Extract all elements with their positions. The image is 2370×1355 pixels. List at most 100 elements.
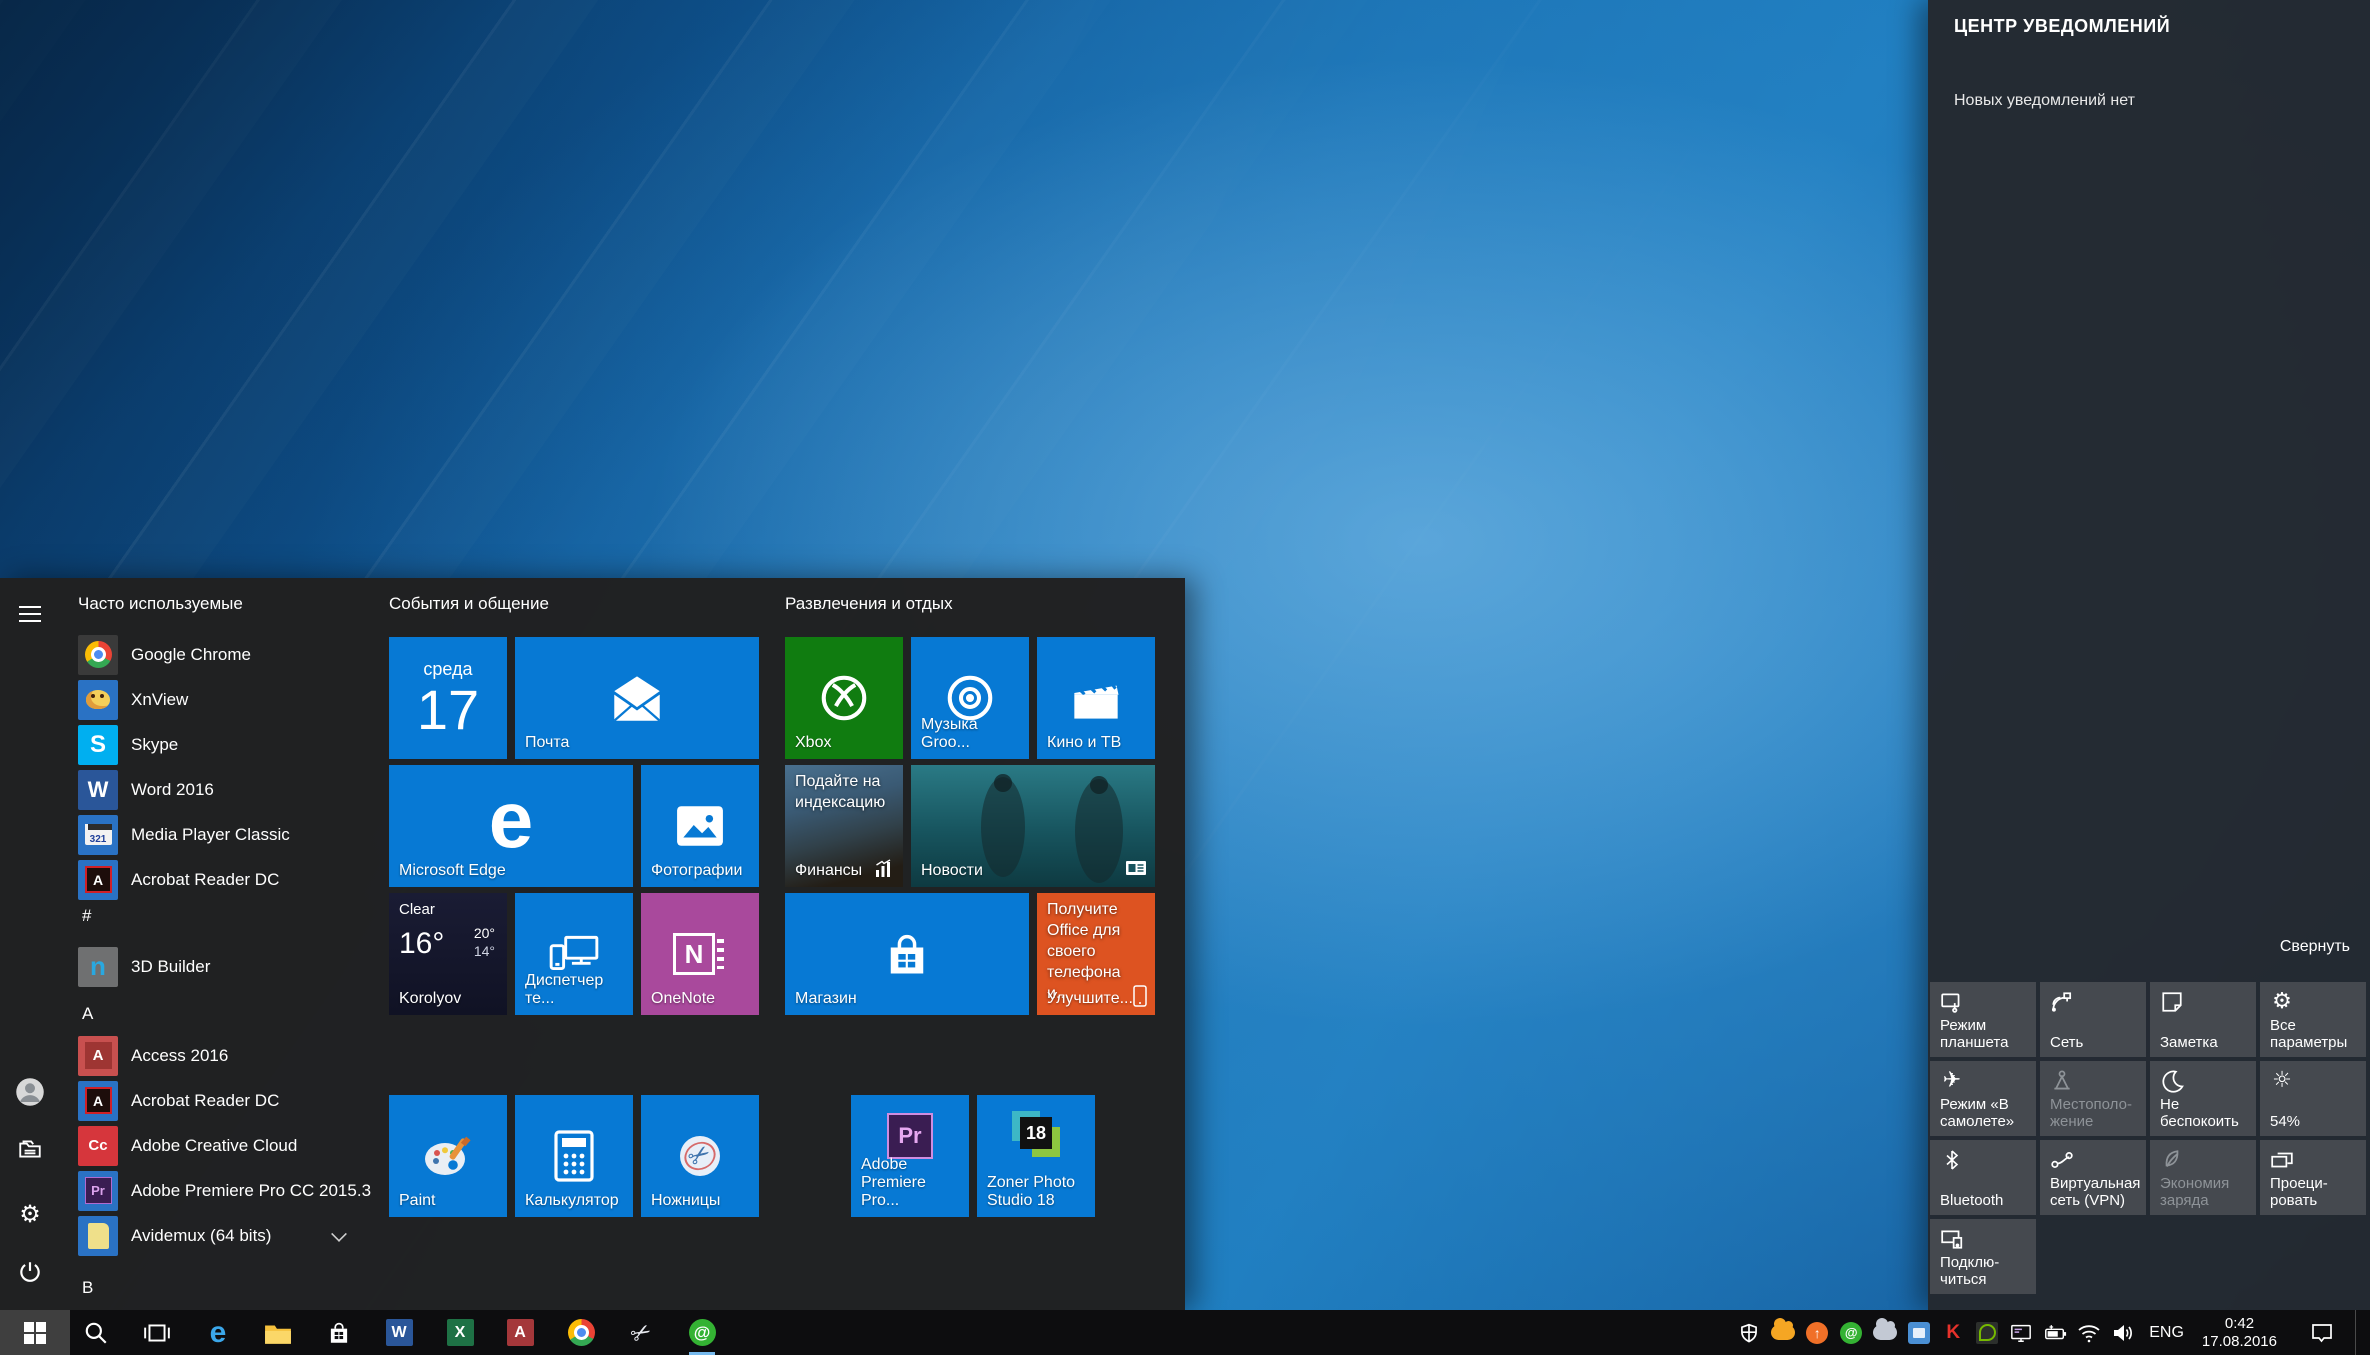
quick-action-label: Сеть xyxy=(2050,1034,2140,1051)
kaspersky-icon[interactable]: K xyxy=(1941,1321,1965,1345)
section-letter-b[interactable]: B xyxy=(82,1278,93,1298)
taskbar-excel-button[interactable]: X xyxy=(430,1310,490,1355)
show-desktop-button[interactable] xyxy=(2355,1310,2362,1355)
app-label: Media Player Classic xyxy=(131,825,290,845)
tile-office-promo[interactable]: Получите Office для своего телефона и...… xyxy=(1037,893,1155,1015)
app-item-adobe-cc[interactable]: Adobe Creative Cloud xyxy=(64,1123,388,1168)
taskbar-store-button[interactable] xyxy=(309,1310,369,1355)
wifi-icon[interactable] xyxy=(2077,1321,2101,1345)
start-button[interactable] xyxy=(0,1310,70,1355)
language-indicator[interactable]: ENG xyxy=(2145,1324,2188,1342)
quick-action-quiet-hours[interactable]: Не беспокоить xyxy=(2150,1061,2256,1136)
quick-action-vpn[interactable]: Виртуальная сеть (VPN) xyxy=(2040,1140,2146,1215)
defender-icon[interactable] xyxy=(1737,1321,1761,1345)
taskbar-word-button[interactable]: W xyxy=(369,1310,429,1355)
tile-premiere[interactable]: Pr Adobe Premiere Pro... xyxy=(851,1095,969,1217)
collapse-link[interactable]: Свернуть xyxy=(2280,938,2350,956)
messenger-icon[interactable] xyxy=(1907,1321,1931,1345)
word-icon xyxy=(78,770,118,810)
chevron-down-icon[interactable] xyxy=(331,1226,347,1242)
tile-label: Adobe Premiere Pro... xyxy=(861,1156,961,1210)
task-view-button[interactable] xyxy=(127,1310,187,1355)
app-label: Acrobat Reader DC xyxy=(131,1091,279,1111)
quick-action-connect[interactable]: Подклю-читься xyxy=(1930,1219,2036,1294)
tile-paint[interactable]: Paint xyxy=(389,1095,507,1217)
quick-action-note[interactable]: Заметка xyxy=(2150,982,2256,1057)
taskbar-access-button[interactable]: A xyxy=(490,1310,550,1355)
tile-groove-music[interactable]: Музыка Groo... xyxy=(911,637,1029,759)
user-account-button[interactable] xyxy=(12,1074,48,1110)
tile-xbox[interactable]: Xbox xyxy=(785,637,903,759)
tile-zoner[interactable]: 18 Zoner Photo Studio 18 xyxy=(977,1095,1095,1217)
battery-icon[interactable] xyxy=(2043,1321,2067,1345)
power-icon xyxy=(17,1259,43,1285)
quick-action-brightness[interactable]: ☼ 54% xyxy=(2260,1061,2366,1136)
app-label: XnView xyxy=(131,690,188,710)
power-button[interactable] xyxy=(12,1254,48,1290)
quick-action-bluetooth[interactable]: Bluetooth xyxy=(1930,1140,2036,1215)
app-item-chrome[interactable]: Google Chrome xyxy=(64,632,388,677)
display-settings-icon[interactable] xyxy=(2009,1321,2033,1345)
upload-icon[interactable]: ↑ xyxy=(1805,1321,1829,1345)
taskbar-snipping-button[interactable]: ✂ xyxy=(611,1310,671,1355)
tile-calculator[interactable]: Калькулятор xyxy=(515,1095,633,1217)
tile-onenote[interactable]: N OneNote xyxy=(641,893,759,1015)
network-icon xyxy=(2050,990,2074,1014)
quick-action-airplane-mode[interactable]: ✈ Режим «В самолете» xyxy=(1930,1061,2036,1136)
section-letter-a[interactable]: A xyxy=(82,1004,93,1024)
tile-calendar[interactable]: среда 17 xyxy=(389,637,507,759)
app-item-mpc[interactable]: Media Player Classic xyxy=(64,812,388,857)
section-letter-hash[interactable]: # xyxy=(82,906,91,926)
settings-button[interactable]: ⚙ xyxy=(12,1196,48,1232)
tile-label: Диспетчер те... xyxy=(525,972,625,1008)
app-item-acrobat[interactable]: Acrobat Reader DC xyxy=(64,857,388,902)
tile-finance[interactable]: Подайте на индексацию Финансы xyxy=(785,765,903,887)
quick-action-location[interactable]: Местополо-жение xyxy=(2040,1061,2146,1136)
nvidia-icon[interactable] xyxy=(1975,1321,1999,1345)
volume-icon[interactable] xyxy=(2111,1321,2135,1345)
tile-label: Финансы xyxy=(795,862,869,880)
quick-action-all-settings[interactable]: ⚙ Все параметры xyxy=(2260,982,2366,1057)
search-button[interactable] xyxy=(66,1310,126,1355)
xnview-icon xyxy=(78,680,118,720)
tile-news[interactable]: Новости xyxy=(911,765,1155,887)
cloud-sync-icon[interactable] xyxy=(1873,1321,1897,1345)
tile-mail[interactable]: Почта xyxy=(515,637,759,759)
taskbar-mail-agent-button[interactable]: @ xyxy=(672,1310,732,1355)
file-explorer-button[interactable] xyxy=(12,1131,48,1167)
taskbar-chrome-button[interactable] xyxy=(551,1310,611,1355)
app-item-avidemux[interactable]: Avidemux (64 bits) xyxy=(64,1213,388,1258)
tile-movies-tv[interactable]: Кино и ТВ xyxy=(1037,637,1155,759)
taskbar-edge-button[interactable]: e xyxy=(188,1310,248,1355)
app-label: Skype xyxy=(131,735,178,755)
quick-action-tablet-mode[interactable]: Режим планшета xyxy=(1930,982,2036,1057)
app-item-xnview[interactable]: XnView xyxy=(64,677,388,722)
quick-action-battery-saver[interactable]: Экономия заряда xyxy=(2150,1140,2256,1215)
tile-weather[interactable]: Clear 16° 20° 14° Korolyov xyxy=(389,893,507,1015)
hamburger-menu-button[interactable] xyxy=(12,596,48,632)
taskbar-file-explorer-button[interactable] xyxy=(248,1310,308,1355)
quick-action-network[interactable]: Сеть xyxy=(2040,982,2146,1057)
tile-phone-companion[interactable]: Диспетчер те... xyxy=(515,893,633,1015)
tile-snipping-tool[interactable]: ✂ Ножницы xyxy=(641,1095,759,1217)
tile-edge[interactable]: e Microsoft Edge xyxy=(389,765,633,887)
taskbar-clock[interactable]: 0:42 17.08.2016 xyxy=(2198,1315,2281,1351)
app-item-access[interactable]: A Access 2016 xyxy=(64,1033,388,1078)
app-item-word[interactable]: Word 2016 xyxy=(64,767,388,812)
tile-store[interactable]: Магазин xyxy=(785,893,1029,1015)
tile-photos[interactable]: Фотографии xyxy=(641,765,759,887)
chrome-icon xyxy=(568,1319,595,1346)
app-item-skype[interactable]: Skype xyxy=(64,722,388,767)
cloud-drive-icon[interactable] xyxy=(1771,1321,1795,1345)
quick-action-project[interactable]: Проеци-ровать xyxy=(2260,1140,2366,1215)
quick-action-label: Местополо-жение xyxy=(2050,1096,2140,1130)
news-badge-icon xyxy=(1125,857,1147,879)
app-item-premiere[interactable]: Pr Adobe Premiere Pro CC 2015.3 xyxy=(64,1168,388,1213)
action-center-button[interactable] xyxy=(2299,1310,2345,1355)
tile-label: Кино и ТВ xyxy=(1047,734,1147,752)
tile-label: Фотографии xyxy=(651,862,751,880)
quick-action-label: Проеци-ровать xyxy=(2270,1175,2360,1209)
mail-agent-tray-icon[interactable]: @ xyxy=(1839,1321,1863,1345)
app-item-3d-builder[interactable]: 3D Builder xyxy=(64,944,388,989)
app-item-acrobat-2[interactable]: Acrobat Reader DC xyxy=(64,1078,388,1123)
